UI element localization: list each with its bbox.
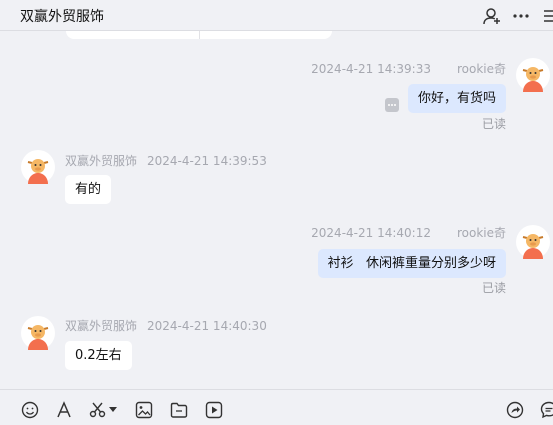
message-meta: 2024-4-21 14:39:33 rookie奇 — [311, 60, 506, 77]
read-status: 已读 — [481, 117, 506, 131]
message-time: 2024-4-21 14:40:12 — [311, 226, 431, 240]
chat-header: 双赢外贸服饰 — [0, 0, 553, 31]
contact-avatar[interactable] — [21, 316, 55, 350]
message-meta: 2024-4-21 14:40:12 rookie奇 — [311, 224, 506, 241]
menu-icon[interactable] — [540, 6, 553, 26]
image-icon[interactable] — [135, 401, 153, 419]
message-time: 2024-4-21 14:39:53 — [147, 154, 267, 168]
chat-title: 双赢外贸服饰 — [20, 9, 104, 25]
sender-name: rookie奇 — [456, 226, 506, 240]
contact-avatar[interactable] — [21, 150, 55, 184]
share-icon[interactable] — [506, 401, 524, 419]
sender-name: 双赢外贸服饰 — [65, 154, 138, 168]
user-avatar[interactable] — [516, 58, 550, 92]
sender-name: rookie奇 — [456, 62, 506, 76]
more-icon[interactable] — [511, 6, 531, 26]
message-bubble[interactable]: 有的 — [65, 175, 112, 204]
font-icon[interactable] — [55, 401, 73, 419]
previous-message-card — [66, 31, 332, 39]
input-toolbar — [0, 389, 553, 425]
scissors-icon[interactable] — [89, 401, 107, 419]
message-list[interactable]: 2024-4-21 14:39:33 rookie奇 你好，有货吗 已读 双赢外贸… — [0, 31, 553, 389]
chevron-down-icon[interactable] — [109, 407, 117, 413]
video-icon[interactable] — [205, 401, 223, 419]
message-meta: 双赢外贸服饰 2024-4-21 14:39:53 — [65, 152, 267, 169]
add-member-icon[interactable] — [482, 6, 502, 26]
message-bubble[interactable]: 你好，有货吗 — [407, 84, 506, 113]
sender-name: 双赢外贸服饰 — [65, 319, 138, 333]
chat-icon[interactable] — [540, 401, 553, 419]
message-meta: 双赢外贸服饰 2024-4-21 14:40:30 — [65, 317, 267, 334]
message-time: 2024-4-21 14:40:30 — [147, 319, 267, 333]
message-bubble[interactable]: 0.2左右 — [65, 341, 132, 370]
emoji-icon[interactable] — [21, 401, 39, 419]
message-time: 2024-4-21 14:39:33 — [311, 62, 431, 76]
read-status: 已读 — [481, 281, 506, 295]
message-action-icon[interactable] — [385, 98, 399, 112]
user-avatar[interactable] — [516, 225, 550, 259]
message-bubble[interactable]: 衬衫 休闲裤重量分别多少呀 — [317, 249, 506, 278]
folder-icon[interactable] — [170, 401, 188, 419]
